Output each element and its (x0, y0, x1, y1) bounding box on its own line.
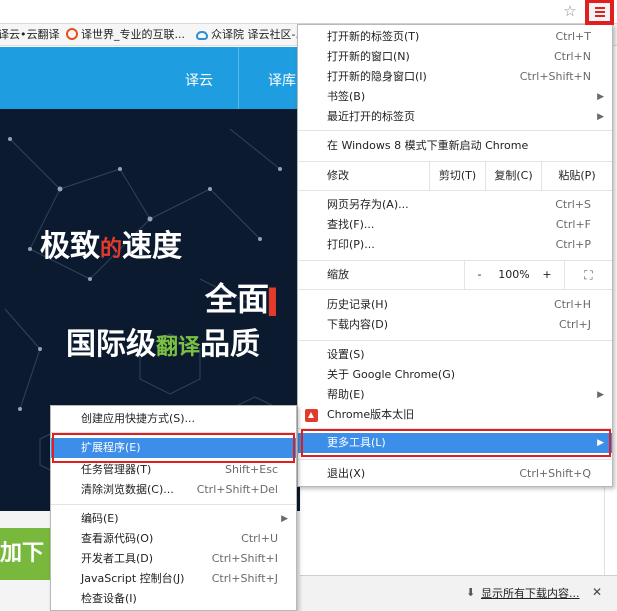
nav-item-yiku[interactable]: 译库 (268, 70, 296, 90)
submenu-item-encoding[interactable]: 编码(E) ▶ (51, 509, 296, 529)
menu-separator (298, 130, 612, 131)
menu-row-zoom: 缩放 - 100% + ⛶ (298, 261, 612, 289)
menu-item-bookmarks[interactable]: 书签(B) ▶ (298, 87, 612, 107)
bookmark-item-yiyun[interactable]: 译云•云翻译 (0, 28, 60, 42)
fullscreen-icon[interactable]: ⛶ (564, 261, 612, 289)
hero-line-3: 国际级翻译品质 (66, 327, 261, 362)
menu-item-new-window[interactable]: 打开新的窗口(N) Ctrl+N (298, 47, 612, 67)
menu-item-find[interactable]: 查找(F)... Ctrl+F (298, 215, 612, 235)
menu-item-relaunch-win8[interactable]: 在 Windows 8 模式下重新启动 Chrome (298, 136, 612, 156)
menu-item-exit[interactable]: 退出(X) Ctrl+Shift+Q (298, 464, 612, 484)
menu-separator (298, 289, 612, 290)
nav-item-yiyun[interactable]: 译云 (185, 70, 213, 90)
download-green-button[interactable]: 加下 (0, 528, 52, 580)
chevron-right-icon: ▶ (597, 92, 604, 102)
bookmark-label: 译云•云翻译 (0, 28, 60, 41)
chrome-main-menu: 打开新的标签页(T) Ctrl+T 打开新的窗口(N) Ctrl+N 打开新的隐身窗… (297, 24, 613, 487)
paste-button[interactable]: 粘贴(P) (541, 162, 612, 190)
copy-button[interactable]: 复制(C) (485, 162, 541, 190)
show-all-downloads-link[interactable]: 显示所有下载内容... (481, 585, 580, 601)
hero-line-1: 极致的速度 (40, 229, 183, 264)
menu-item-settings[interactable]: 设置(S) (298, 345, 612, 365)
site-nav: 译云 译库 (0, 47, 300, 109)
chevron-right-icon: ▶ (597, 112, 604, 122)
annotation-highlight-extensions (52, 433, 295, 463)
submenu-item-dev-tools[interactable]: 开发者工具(D) Ctrl+Shift+I (51, 549, 296, 569)
cut-button[interactable]: 剪切(T) (429, 162, 485, 190)
menu-row-edit: 修改 剪切(T) 复制(C) 粘贴(P) (298, 162, 612, 190)
bookmark-label: 众译院 译云社区-... (211, 28, 306, 41)
chevron-right-icon: ▶ (281, 514, 288, 524)
menu-item-print[interactable]: 打印(P)... Ctrl+P (298, 235, 612, 255)
menu-item-downloads[interactable]: 下载内容(D) Ctrl+J (298, 315, 612, 335)
menu-item-save-as[interactable]: 网页另存为(A)... Ctrl+S (298, 195, 612, 215)
zoom-in-button[interactable]: + (534, 261, 560, 289)
zoom-out-button[interactable]: - (464, 261, 494, 289)
download-arrow-icon: ⬇ (466, 586, 476, 599)
nav-divider (238, 47, 239, 109)
submenu-item-clear-data[interactable]: 清除浏览数据(C)... Ctrl+Shift+Del (51, 480, 296, 500)
submenu-item-task-manager[interactable]: 任务管理器(T) Shift+Esc (51, 460, 296, 480)
submenu-item-view-source[interactable]: 查看源代码(O) Ctrl+U (51, 529, 296, 549)
update-arrow-icon (305, 409, 318, 422)
submenu-item-js-console[interactable]: JavaScript 控制台(J) Ctrl+Shift+J (51, 569, 296, 589)
menu-separator (51, 504, 296, 505)
menu-separator (298, 459, 612, 460)
bookmark-item-zhongyiyuan[interactable]: 众译院 译云社区-... (196, 28, 306, 42)
annotation-highlight-menu-button (585, 0, 614, 25)
page-scrollbar[interactable] (604, 483, 617, 575)
bookmark-item-yishijie[interactable]: 译世界_专业的互联... (66, 28, 185, 42)
close-icon[interactable]: ✕ (592, 585, 602, 599)
menu-item-about[interactable]: 关于 Google Chrome(G) (298, 365, 612, 385)
hero-line-2: 全面▍ (205, 280, 288, 318)
chevron-right-icon: ▶ (597, 390, 604, 400)
cloud-icon (196, 31, 208, 40)
menu-item-new-tab[interactable]: 打开新的标签页(T) Ctrl+T (298, 27, 612, 47)
menu-item-new-incognito[interactable]: 打开新的隐身窗口(I) Ctrl+Shift+N (298, 67, 612, 87)
menu-item-update[interactable]: Chrome版本太旧 (298, 405, 612, 425)
zoom-level: 100% (498, 268, 530, 281)
submenu-item-create-shortcut[interactable]: 创建应用快捷方式(S)... (51, 409, 296, 429)
menu-item-history[interactable]: 历史记录(H) Ctrl+H (298, 295, 612, 315)
submenu-item-inspect-devices[interactable]: 检查设备(I) (51, 589, 296, 609)
annotation-highlight-more-tools (301, 429, 611, 457)
omnibox-bar[interactable] (0, 0, 617, 24)
bookmark-label: 译世界_专业的互联... (81, 28, 185, 41)
menu-separator (298, 190, 612, 191)
menu-item-help[interactable]: 帮助(E) ▶ (298, 385, 612, 405)
menu-item-recent-tabs[interactable]: 最近打开的标签页 ▶ (298, 107, 612, 127)
yishijie-logo-icon (66, 28, 78, 40)
bookmark-star-icon[interactable]: ☆ (562, 3, 578, 19)
more-tools-submenu: 创建应用快捷方式(S)... 扩展程序(E) 任务管理器(T) Shift+Esc… (50, 405, 297, 611)
menu-separator (298, 340, 612, 341)
